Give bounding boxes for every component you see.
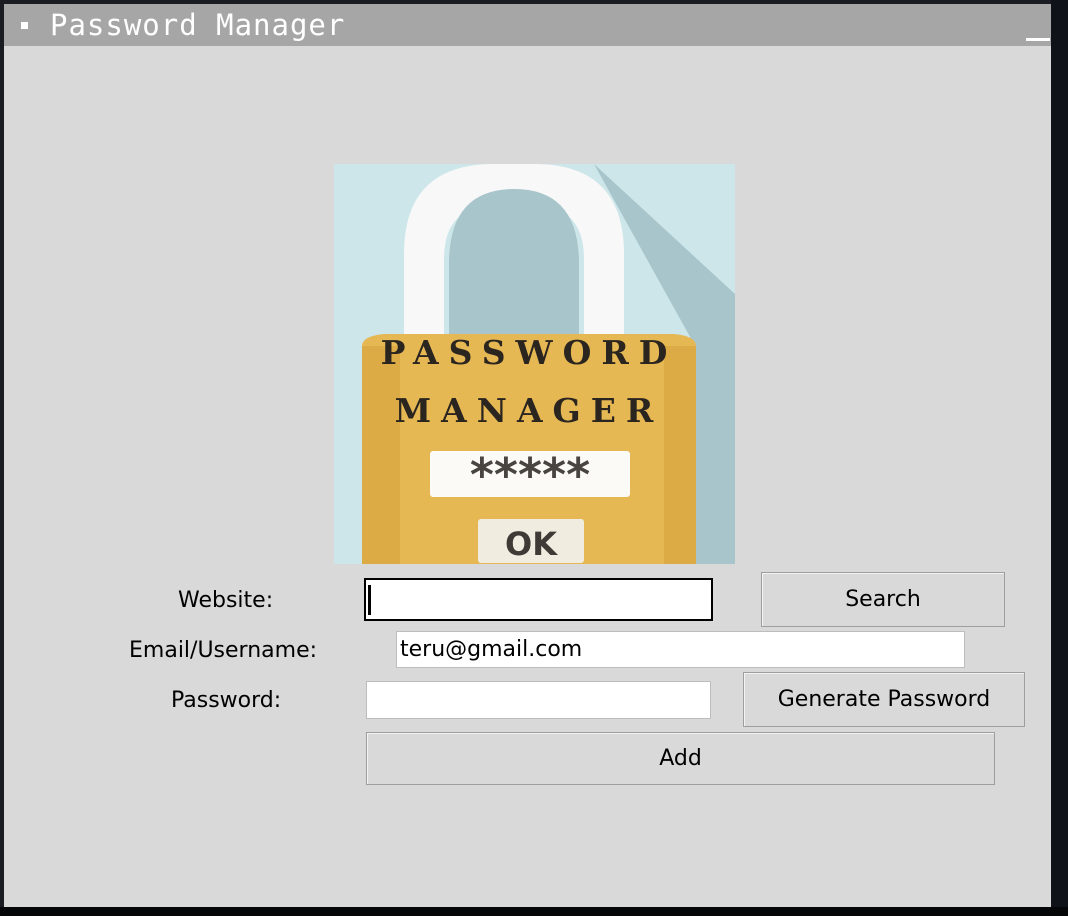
title-bar[interactable]: Password Manager <box>4 4 1051 46</box>
add-button[interactable]: Add <box>366 732 995 785</box>
window-title: Password Manager <box>50 8 346 42</box>
logo-mask: ***** <box>470 448 590 502</box>
email-input[interactable] <box>396 631 965 668</box>
password-input[interactable] <box>366 681 711 719</box>
logo-line1: PASSWORD <box>381 333 678 372</box>
search-button[interactable]: Search <box>761 572 1005 627</box>
lock-shackle-hole <box>449 189 579 344</box>
minimize-button[interactable] <box>1024 36 1051 44</box>
text-cursor <box>368 585 371 615</box>
website-label: Website: <box>178 588 274 613</box>
password-manager-logo: PASSWORD MANAGER ***** OK <box>334 164 735 564</box>
password-label: Password: <box>171 688 282 713</box>
website-input[interactable] <box>364 578 713 621</box>
generate-password-button[interactable]: Generate Password <box>743 672 1025 727</box>
window-border-right <box>1051 0 1068 916</box>
window-menu-icon[interactable] <box>21 22 28 29</box>
email-label: Email/Username: <box>129 638 318 663</box>
logo-ok: OK <box>505 525 558 563</box>
logo-line2: MANAGER <box>395 391 664 430</box>
window-border-bottom <box>0 907 1068 916</box>
